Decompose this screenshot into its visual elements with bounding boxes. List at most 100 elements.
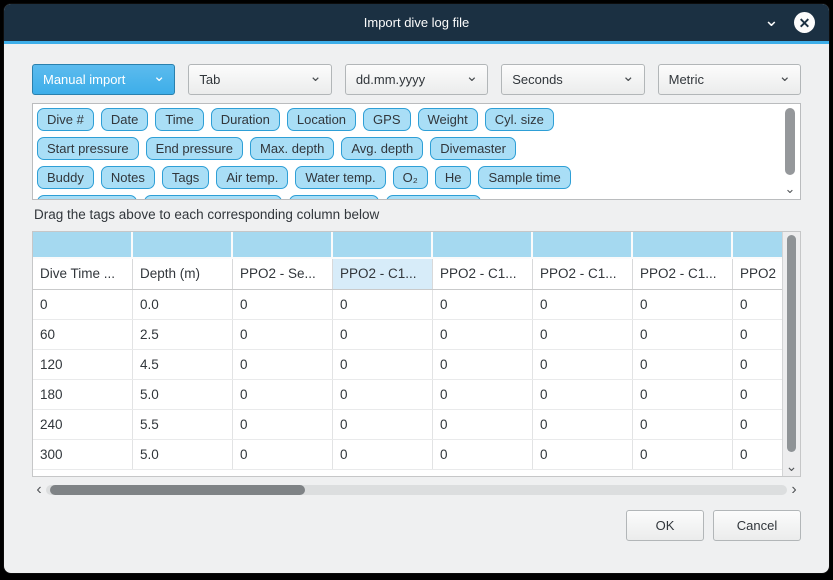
column-header[interactable]: PPO2 - C1... bbox=[633, 259, 733, 289]
table-vertical-scrollbar[interactable]: ⌄ bbox=[782, 232, 800, 476]
scroll-down-icon[interactable]: ⌄ bbox=[782, 181, 798, 197]
chevron-down-icon: ⌄ bbox=[466, 67, 479, 85]
column-header[interactable]: PPO2 - C1... bbox=[533, 259, 633, 289]
table-cell: 5.0 bbox=[133, 380, 233, 409]
table-body: 00.0000000602.50000001204.50000001805.00… bbox=[33, 290, 800, 470]
tag-avg-depth[interactable]: Avg. depth bbox=[341, 137, 423, 160]
tag-o[interactable]: O₂ bbox=[393, 166, 428, 189]
table-row: 602.5000000 bbox=[33, 320, 800, 350]
tag-he[interactable]: He bbox=[435, 166, 472, 189]
table-row: 00.0000000 bbox=[33, 290, 800, 320]
tag-divemaster[interactable]: Divemaster bbox=[430, 137, 516, 160]
scrollbar-thumb[interactable] bbox=[50, 485, 305, 495]
tag-rows: Dive # Date Time Duration Location GPS Weight C… bbox=[37, 108, 776, 200]
scroll-left-icon[interactable]: ‹ bbox=[32, 482, 46, 498]
scroll-down-icon[interactable]: ⌄ bbox=[783, 457, 800, 475]
column-header[interactable]: Depth (m) bbox=[133, 259, 233, 289]
tag-date[interactable]: Date bbox=[101, 108, 148, 131]
import-mode-select[interactable]: Manual import ⌄ bbox=[32, 64, 175, 95]
table-cell: 0 bbox=[633, 290, 733, 319]
table-cell: 0 bbox=[433, 410, 533, 439]
column-header[interactable]: PPO2 - C1... bbox=[333, 259, 433, 289]
drop-target-cell[interactable] bbox=[133, 232, 233, 257]
tag-weight[interactable]: Weight bbox=[418, 108, 478, 131]
tag-notes[interactable]: Notes bbox=[101, 166, 155, 189]
window-title: Import dive log file bbox=[364, 15, 470, 30]
tag-list-scrollbar[interactable]: ⌄ bbox=[782, 106, 798, 197]
tag-sample-temperature[interactable]: Sample temperature bbox=[144, 195, 282, 200]
drop-target-cell[interactable] bbox=[533, 232, 633, 257]
drop-target-cell[interactable] bbox=[333, 232, 433, 257]
tag-list-panel: Dive # Date Time Duration Location GPS Weight C… bbox=[32, 103, 801, 200]
chevron-down-icon: ⌄ bbox=[309, 67, 322, 85]
tag-air-temp[interactable]: Air temp. bbox=[216, 166, 288, 189]
tag-duration[interactable]: Duration bbox=[211, 108, 280, 131]
table-cell: 0 bbox=[233, 290, 333, 319]
dialog-buttons: OK Cancel bbox=[4, 498, 829, 541]
tag-water-temp[interactable]: Water temp. bbox=[295, 166, 385, 189]
table-cell: 0 bbox=[233, 380, 333, 409]
tag-cyl-size[interactable]: Cyl. size bbox=[485, 108, 554, 131]
tag-location[interactable]: Location bbox=[287, 108, 356, 131]
separator-value: Tab bbox=[199, 72, 220, 87]
tag-sample-po[interactable]: Sample pO₂ bbox=[289, 195, 379, 200]
table-cell: 0 bbox=[533, 440, 633, 469]
tag-end-pressure[interactable]: End pressure bbox=[146, 137, 243, 160]
drop-target-cell[interactable] bbox=[233, 232, 333, 257]
tag-gps[interactable]: GPS bbox=[363, 108, 410, 131]
preview-table: Dive Time ...Depth (m)PPO2 - Se...PPO2 -… bbox=[32, 231, 801, 477]
scroll-right-icon[interactable]: › bbox=[787, 482, 801, 498]
drop-target-cell[interactable] bbox=[33, 232, 133, 257]
tag-sample-cns[interactable]: Sample CNS bbox=[386, 195, 481, 200]
table-cell: 0 bbox=[333, 380, 433, 409]
table-cell: 0 bbox=[633, 410, 733, 439]
table-cell: 240 bbox=[33, 410, 133, 439]
table-cell: 0 bbox=[333, 290, 433, 319]
table-cell: 0 bbox=[533, 290, 633, 319]
import-mode-value: Manual import bbox=[43, 72, 125, 87]
titlebar[interactable]: Import dive log file ⌄ ✕ bbox=[4, 4, 829, 41]
table-cell: 0 bbox=[633, 380, 733, 409]
ok-button[interactable]: OK bbox=[626, 510, 704, 541]
column-header[interactable]: PPO2 - C1... bbox=[433, 259, 533, 289]
cancel-button[interactable]: Cancel bbox=[713, 510, 801, 541]
column-header[interactable]: Dive Time ... bbox=[33, 259, 133, 289]
tag-time[interactable]: Time bbox=[155, 108, 203, 131]
column-header[interactable]: PPO2 - Se... bbox=[233, 259, 333, 289]
table-cell: 0 bbox=[333, 440, 433, 469]
close-button[interactable]: ✕ bbox=[794, 12, 815, 33]
tag-max-depth[interactable]: Max. depth bbox=[250, 137, 334, 160]
table-header-row: Dive Time ...Depth (m)PPO2 - Se...PPO2 -… bbox=[33, 259, 800, 290]
table-cell: 0 bbox=[233, 320, 333, 349]
table-cell: 0.0 bbox=[133, 290, 233, 319]
date-format-select[interactable]: dd.mm.yyyy ⌄ bbox=[345, 64, 488, 95]
tag-row: Dive # Date Time Duration Location GPS Weight C… bbox=[37, 108, 776, 131]
table-cell: 120 bbox=[33, 350, 133, 379]
drop-target-cell[interactable] bbox=[633, 232, 733, 257]
tag-row: Sample depth Sample temperature Sample pO₂… bbox=[37, 195, 776, 200]
table-row: 2405.5000000 bbox=[33, 410, 800, 440]
tag-start-pressure[interactable]: Start pressure bbox=[37, 137, 139, 160]
units-select[interactable]: Metric ⌄ bbox=[658, 64, 801, 95]
close-icon: ✕ bbox=[799, 16, 811, 30]
table-cell: 0 bbox=[533, 380, 633, 409]
scrollbar-thumb[interactable] bbox=[787, 235, 796, 452]
table-cell: 2.5 bbox=[133, 320, 233, 349]
table-row: 1805.0000000 bbox=[33, 380, 800, 410]
tag-dive[interactable]: Dive # bbox=[37, 108, 94, 131]
separator-select[interactable]: Tab ⌄ bbox=[188, 64, 331, 95]
tag-tags[interactable]: Tags bbox=[162, 166, 209, 189]
table-cell: 0 bbox=[233, 410, 333, 439]
duration-format-select[interactable]: Seconds ⌄ bbox=[501, 64, 644, 95]
table-cell: 5.0 bbox=[133, 440, 233, 469]
drop-target-cell[interactable] bbox=[433, 232, 533, 257]
table-cell: 0 bbox=[633, 320, 733, 349]
tag-buddy[interactable]: Buddy bbox=[37, 166, 94, 189]
chevron-down-icon: ⌄ bbox=[622, 67, 635, 85]
tag-sample-depth[interactable]: Sample depth bbox=[37, 195, 137, 200]
tag-sample-time[interactable]: Sample time bbox=[478, 166, 570, 189]
chevron-down-icon[interactable]: ⌄ bbox=[764, 11, 779, 29]
scrollbar-thumb[interactable] bbox=[785, 108, 795, 175]
duration-format-value: Seconds bbox=[512, 72, 563, 87]
table-horizontal-scrollbar[interactable]: ‹ › bbox=[32, 482, 801, 498]
